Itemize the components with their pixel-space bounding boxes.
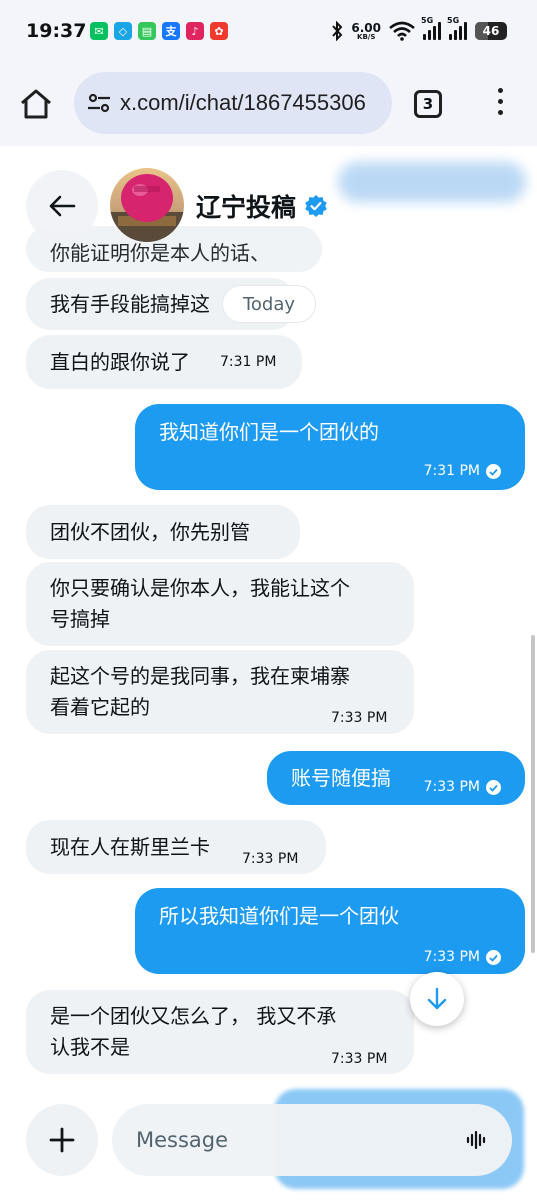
message-timestamp: 7:33 PM <box>423 779 480 795</box>
browser-toolbar: x.com/i/chat/1867455306 3 <box>0 62 537 146</box>
scrollbar[interactable] <box>531 635 535 953</box>
message-bubble[interactable]: 起这个号的是我同事，我在柬埔寨 看着它起的 7:33 PM <box>26 650 414 734</box>
url-text[interactable]: x.com/i/chat/1867455306 <box>120 90 366 116</box>
message-bubble[interactable]: 直白的跟你说了 7:31 PM <box>26 335 302 389</box>
message-timestamp: 7:33 PM <box>242 851 299 867</box>
back-button[interactable] <box>26 170 98 242</box>
status-right: 6.00 KB/S 5G 5G 46 <box>331 16 507 41</box>
blurred-header-element <box>338 162 526 202</box>
voice-message-icon[interactable] <box>466 1130 488 1150</box>
message-input-placeholder: Message <box>136 1128 229 1152</box>
message-timestamp: 7:31 PM <box>220 354 277 370</box>
status-time: 19:37 <box>26 20 87 42</box>
music-icon: ♪ <box>186 22 204 40</box>
message-timestamp: 7:33 PM <box>331 1051 388 1067</box>
message-bubble[interactable]: 是一个团伙又怎么了， 我又不承 认我不是 7:33 PM <box>26 990 414 1074</box>
message-bubble[interactable]: 账号随便搞 7:33 PM <box>267 751 525 805</box>
read-check-icon <box>486 950 501 965</box>
message-timestamp: 7:33 PM <box>423 949 480 965</box>
verified-badge-icon <box>305 195 327 217</box>
message-bubble[interactable]: 我知道你们是一个团伙的 7:31 PM <box>135 404 525 490</box>
read-check-icon <box>486 464 501 479</box>
wifi-icon <box>389 21 415 41</box>
site-settings-icon[interactable] <box>86 90 112 116</box>
message-meta: 7:33 PM <box>424 942 501 973</box>
messages-icon: ▤ <box>138 22 156 40</box>
signal-icon: 5G <box>421 16 441 40</box>
message-timestamp: 7:33 PM <box>331 710 388 726</box>
browser-menu-icon[interactable] <box>495 88 505 120</box>
signal-icon-2: 5G <box>447 16 467 40</box>
red-app-icon: ✿ <box>210 22 228 40</box>
date-divider-today: Today <box>222 285 316 323</box>
back-arrow-icon <box>49 195 76 217</box>
address-bar[interactable]: x.com/i/chat/1867455306 <box>74 72 392 134</box>
scroll-to-bottom-button[interactable] <box>410 972 464 1026</box>
arrow-down-icon <box>427 987 447 1010</box>
tab-switcher-button[interactable]: 3 <box>414 90 442 118</box>
china-mobile-icon: ◇ <box>114 22 132 40</box>
alipay-icon: 支 <box>162 22 180 40</box>
plus-icon <box>49 1127 75 1153</box>
avatar[interactable] <box>110 168 184 242</box>
net-speed: 6.00 KB/S <box>351 20 381 41</box>
message-meta: 7:33 PM <box>424 772 501 803</box>
message-bubble[interactable]: 团伙不团伙，你先别管 <box>26 505 300 559</box>
notification-icons: ✉ ◇ ▤ 支 ♪ ✿ <box>90 22 228 40</box>
battery-icon: 46 <box>475 22 507 40</box>
message-timestamp: 7:31 PM <box>423 463 480 479</box>
message-bubble[interactable]: 你只要确认是你本人，我能让这个 号搞掉 <box>26 562 414 646</box>
message-meta: 7:31 PM <box>424 456 501 487</box>
status-bar: 19:37 ✉ ◇ ▤ 支 ♪ ✿ 6.00 KB/S 5G 5G 46 <box>0 0 537 62</box>
wechat-icon: ✉ <box>90 22 108 40</box>
bluetooth-icon <box>332 21 343 41</box>
avatar-image <box>110 174 184 242</box>
read-check-icon <box>486 780 501 795</box>
chat-title[interactable]: 辽宁投稿 <box>196 188 296 224</box>
message-bubble[interactable]: 所以我知道你们是一个团伙 7:33 PM <box>135 888 525 974</box>
home-icon[interactable] <box>18 86 54 122</box>
message-input[interactable]: Message <box>112 1104 512 1176</box>
add-media-button[interactable] <box>26 1104 98 1176</box>
message-bubble[interactable]: 现在人在斯里兰卡 7:33 PM <box>26 820 326 874</box>
